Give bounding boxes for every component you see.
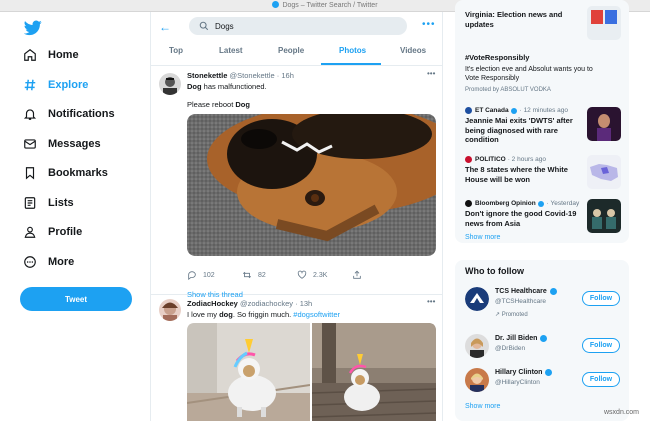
tweet[interactable]: ZodiacHockey @zodiachockey · 13h ••• I l… bbox=[151, 295, 442, 421]
trend-thumbnail bbox=[587, 6, 621, 40]
tweet-text: Dog has malfunctioned. bbox=[187, 82, 267, 91]
reply-button[interactable]: 102 bbox=[187, 270, 242, 280]
follow-suggestion[interactable]: Dr. Jill Biden @DrBiden Follow bbox=[455, 332, 629, 364]
dog-costume-photo-1[interactable] bbox=[187, 323, 310, 421]
tweet-author-name[interactable]: ZodiacHockey bbox=[187, 299, 238, 308]
active-tab-indicator bbox=[321, 63, 381, 65]
bell-icon bbox=[22, 106, 38, 122]
search-tabs: Top Latest People Photos Videos bbox=[151, 40, 442, 66]
search-input[interactable]: Dogs bbox=[215, 22, 234, 31]
show-more-link[interactable]: Show more bbox=[465, 403, 500, 410]
et-canada-logo-icon bbox=[465, 107, 472, 114]
retweet-button[interactable]: 82 bbox=[242, 270, 297, 280]
search-icon bbox=[199, 21, 209, 31]
sidebar-item-profile[interactable]: Profile bbox=[22, 221, 82, 243]
tweet[interactable]: Stonekettle @Stonekettle · 16h ••• Dog h… bbox=[151, 67, 442, 299]
tweet-author-handle: @Stonekettle bbox=[229, 71, 275, 80]
verified-icon bbox=[540, 335, 548, 342]
tweet-time[interactable]: 16h bbox=[281, 71, 294, 80]
tweet-button[interactable]: Tweet bbox=[20, 287, 132, 311]
hashtag-icon bbox=[22, 77, 38, 93]
tweet-more-icon[interactable]: ••• bbox=[427, 297, 435, 306]
news-item[interactable]: ET Canada · 12 minutes ago Jeannie Mai ex… bbox=[465, 107, 585, 145]
avatar bbox=[465, 334, 489, 358]
sidebar-item-lists[interactable]: Lists bbox=[22, 192, 74, 214]
search-box[interactable]: Dogs bbox=[189, 17, 407, 35]
avatar[interactable] bbox=[159, 73, 181, 95]
dog-costume-photo-2[interactable] bbox=[312, 323, 436, 421]
sidebar-item-notifications[interactable]: Notifications bbox=[22, 103, 115, 125]
who-to-follow-title: Who to follow bbox=[465, 266, 524, 276]
retweet-icon bbox=[242, 271, 252, 279]
tweet-header: ZodiacHockey @zodiachockey · 13h bbox=[187, 299, 313, 308]
heart-icon bbox=[297, 270, 307, 279]
reply-icon bbox=[188, 271, 196, 280]
list-icon bbox=[22, 195, 38, 211]
tab-people[interactable]: People bbox=[278, 46, 304, 55]
tweet-author-handle: @zodiachockey bbox=[239, 299, 294, 308]
news-item[interactable]: POLITICO · 2 hours ago The 8 states where… bbox=[465, 156, 585, 184]
bloomberg-logo-icon bbox=[465, 200, 472, 207]
whats-happening-card: Virginia: Election news and updates #Vot… bbox=[455, 0, 629, 243]
politico-logo-icon bbox=[465, 156, 472, 163]
more-options-icon[interactable]: ••• bbox=[422, 19, 436, 30]
sidebar-item-bookmarks[interactable]: Bookmarks bbox=[22, 162, 108, 184]
trend-item[interactable]: Virginia: Election news and updates bbox=[465, 10, 562, 30]
tweet-author-name[interactable]: Stonekettle bbox=[187, 71, 227, 80]
map-thumbnail bbox=[587, 155, 621, 189]
tweet-more-icon[interactable]: ••• bbox=[427, 69, 435, 78]
twitter-icon bbox=[272, 1, 280, 8]
main-column: ← Dogs ••• Top Latest People Photos Vide… bbox=[150, 12, 443, 421]
share-icon bbox=[353, 270, 361, 279]
verified-icon bbox=[545, 369, 553, 376]
promoted-by: Promoted by ABSOLUT VODKA bbox=[465, 87, 551, 93]
promoted-label: ↗ Promoted bbox=[495, 312, 528, 318]
sidebar-item-explore[interactable]: Explore bbox=[22, 74, 88, 96]
follow-button[interactable]: Follow bbox=[582, 372, 620, 387]
share-button[interactable] bbox=[352, 270, 407, 280]
twitter-logo-icon[interactable] bbox=[24, 20, 42, 36]
follow-button[interactable]: Follow bbox=[582, 338, 620, 353]
tweet-text: I love my dog. So friggin much. #dogsoft… bbox=[187, 310, 340, 319]
show-more-link[interactable]: Show more bbox=[465, 234, 500, 241]
right-sidebar: Virginia: Election news and updates #Vot… bbox=[455, 0, 635, 421]
sidebar-item-home[interactable]: Home bbox=[22, 44, 79, 66]
watermark: wsxdn.com bbox=[604, 409, 640, 416]
verified-icon bbox=[537, 200, 544, 207]
tab-photos[interactable]: Photos bbox=[339, 46, 366, 55]
news-item[interactable]: Bloomberg Opinion · Yesterday Don't ignor… bbox=[465, 200, 585, 228]
person-icon bbox=[22, 224, 38, 240]
home-icon bbox=[22, 47, 38, 63]
envelope-icon bbox=[22, 136, 38, 152]
like-button[interactable]: 2.3K bbox=[297, 270, 352, 280]
bookmark-icon bbox=[22, 165, 38, 181]
tweet-actions: 102 82 2.3K bbox=[187, 270, 407, 280]
tab-videos[interactable]: Videos bbox=[400, 46, 426, 55]
promo-title[interactable]: #VoteResponsibly bbox=[465, 53, 529, 62]
tweet-time[interactable]: 13h bbox=[300, 299, 313, 308]
follow-suggestion[interactable]: Hillary Clinton @HillaryClinton Follow bbox=[455, 366, 629, 398]
tweet-text: Please reboot Dog bbox=[187, 100, 250, 109]
follow-button[interactable]: Follow bbox=[582, 291, 620, 306]
sidebar-item-more[interactable]: More bbox=[22, 251, 74, 273]
promo-description: It's election eve and Absolut wants you … bbox=[465, 66, 593, 82]
more-circle-icon bbox=[22, 254, 38, 270]
dog-photo[interactable] bbox=[187, 114, 436, 256]
avatar bbox=[465, 368, 489, 392]
verified-icon bbox=[549, 288, 557, 295]
back-arrow-icon[interactable]: ← bbox=[159, 20, 171, 34]
sidebar-item-messages[interactable]: Messages bbox=[22, 133, 101, 155]
sidebar: Home Explore Notifications Messages Book… bbox=[0, 12, 150, 421]
follow-suggestion[interactable]: TCS Healthcare @TCSHealthcare ↗ Promoted… bbox=[455, 285, 629, 318]
who-to-follow-card: Who to follow TCS Healthcare @TCSHealthc… bbox=[455, 260, 629, 421]
tab-latest[interactable]: Latest bbox=[219, 46, 243, 55]
avatar[interactable] bbox=[159, 299, 181, 321]
tweet-header: Stonekettle @Stonekettle · 16h bbox=[187, 71, 294, 80]
hashtag-link[interactable]: #dogsoftwitter bbox=[293, 310, 340, 319]
verified-icon bbox=[510, 107, 517, 114]
tcs-logo-icon bbox=[465, 287, 489, 311]
news-thumbnail bbox=[587, 199, 621, 233]
news-thumbnail bbox=[587, 107, 621, 141]
tab-top[interactable]: Top bbox=[169, 46, 183, 55]
